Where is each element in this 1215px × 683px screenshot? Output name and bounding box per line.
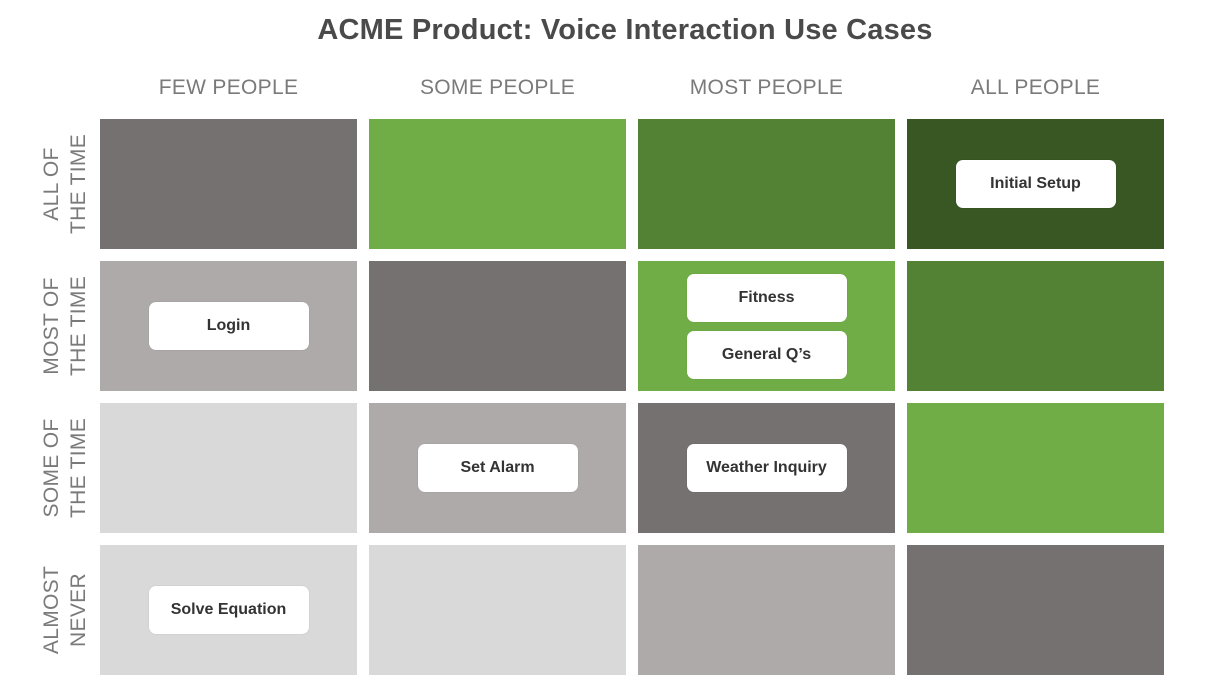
use-case-chip[interactable]: General Q’s	[686, 330, 847, 379]
row-header-line: THE TIME	[67, 275, 90, 377]
row-header-label: MOST OF THE TIME	[38, 276, 92, 376]
use-case-chip[interactable]: Set Alarm	[417, 444, 578, 492]
matrix-cell: Fitness General Q’s	[638, 261, 895, 391]
row-header: ALL OF THE TIME	[30, 119, 100, 249]
row-header-line: THE TIME	[67, 133, 90, 235]
row-header-line: ALMOST	[40, 565, 63, 655]
row-header: ALMOST NEVER	[30, 545, 100, 675]
row-header-line: MOST OF	[40, 277, 63, 375]
matrix-cell	[907, 545, 1164, 675]
row-header: MOST OF THE TIME	[30, 261, 100, 391]
matrix-cell: Set Alarm	[369, 403, 626, 533]
matrix-cell	[100, 403, 357, 533]
diagram-title: ACME Product: Voice Interaction Use Case…	[317, 14, 933, 46]
row-header-line: ALL OF	[40, 147, 63, 221]
matrix-cell: Weather Inquiry	[638, 403, 895, 533]
matrix-cell	[907, 261, 1164, 391]
matrix-cell	[369, 261, 626, 391]
column-header: SOME PEOPLE	[419, 76, 576, 99]
row-header: SOME OF THE TIME	[30, 403, 100, 533]
matrix-cell	[369, 119, 626, 249]
row-header-label: SOME OF THE TIME	[38, 418, 92, 518]
row-header-line: THE TIME	[67, 417, 90, 519]
row-header-line: SOME OF	[40, 418, 63, 518]
matrix-cell	[907, 403, 1164, 533]
row-header-label: ALL OF THE TIME	[38, 134, 92, 234]
use-case-chip[interactable]: Login	[148, 302, 309, 350]
column-header: FEW PEOPLE	[158, 76, 299, 99]
use-case-chip[interactable]: Initial Setup	[955, 160, 1116, 208]
matrix-cell	[369, 545, 626, 675]
use-case-chip[interactable]: Solve Equation	[148, 586, 309, 634]
column-header: MOST PEOPLE	[689, 76, 844, 99]
row-header-line: NEVER	[67, 573, 90, 647]
use-case-chip[interactable]: Fitness	[686, 273, 847, 322]
matrix-cell: Login	[100, 261, 357, 391]
matrix-cell: Initial Setup	[907, 119, 1164, 249]
matrix-cell	[638, 119, 895, 249]
matrix-cell	[100, 119, 357, 249]
matrix-cell: Solve Equation	[100, 545, 357, 675]
column-header: ALL PEOPLE	[970, 76, 1101, 99]
use-case-chip[interactable]: Weather Inquiry	[686, 444, 847, 492]
matrix-cell	[638, 545, 895, 675]
row-header-label: ALMOST NEVER	[38, 566, 92, 654]
